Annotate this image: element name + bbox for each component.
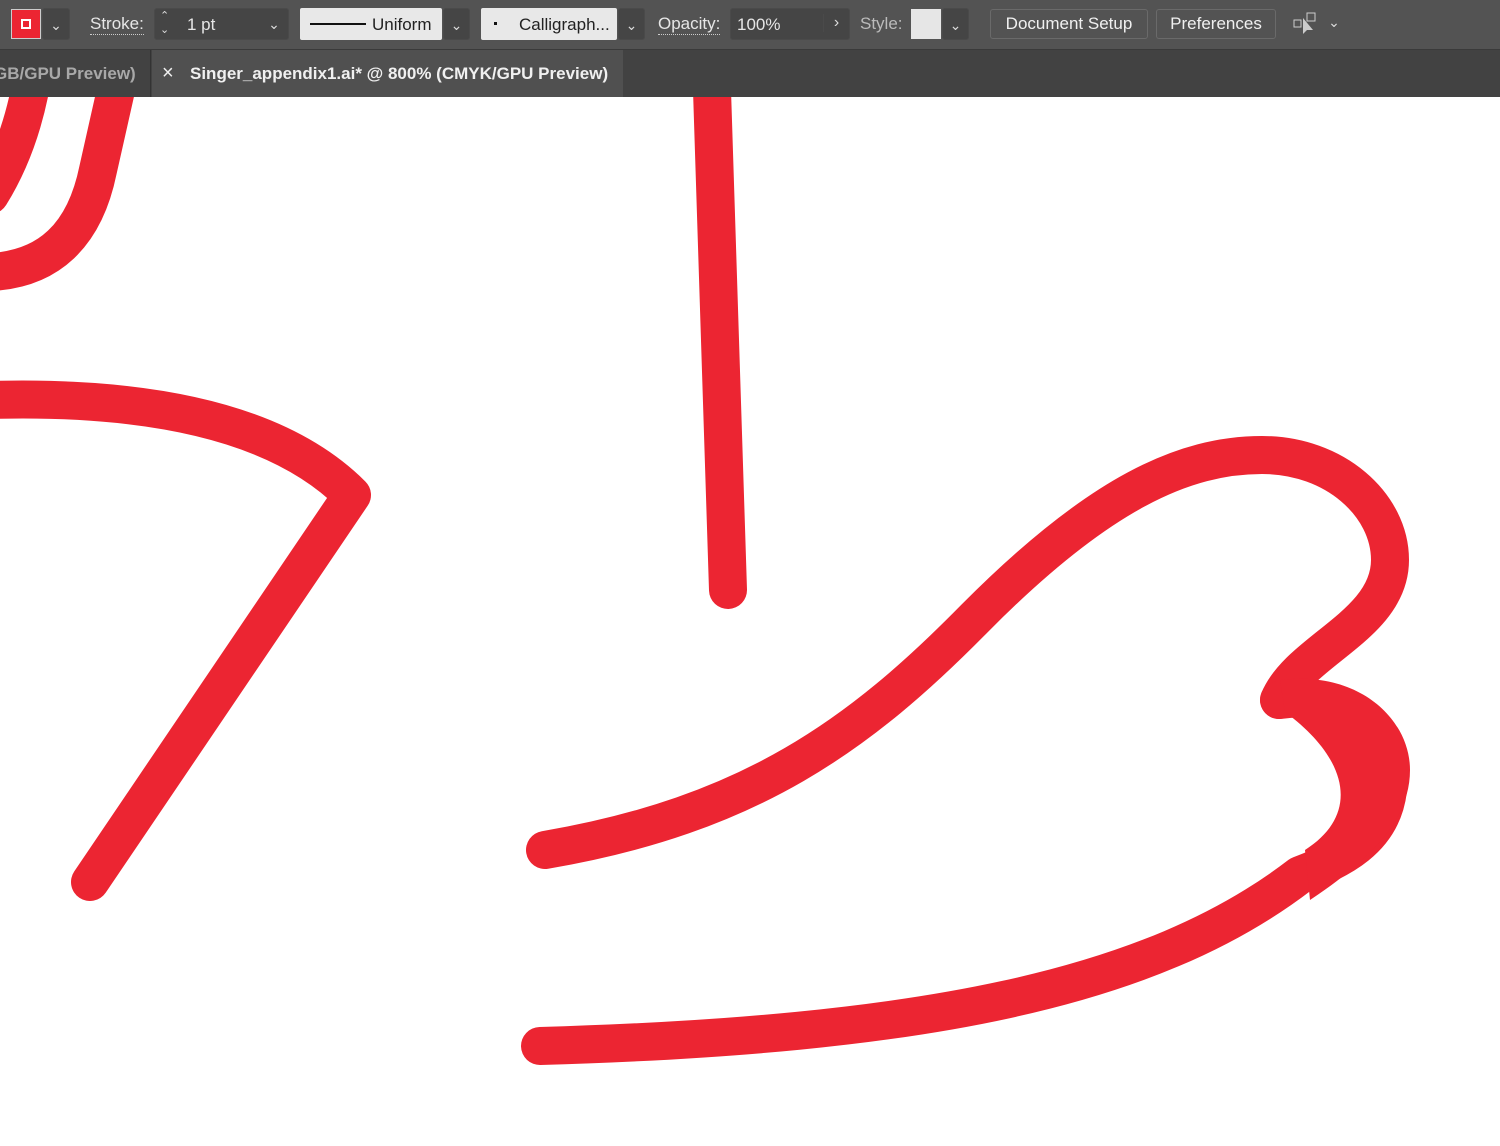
document-tab-inactive[interactable]: GB/GPU Preview): [0, 50, 151, 97]
preferences-button[interactable]: Preferences: [1156, 9, 1276, 39]
stepper-icon[interactable]: ⌃ ⌄: [160, 9, 169, 37]
tab-label: GB/GPU Preview): [0, 64, 136, 83]
stroke-color-dropdown[interactable]: ⌄: [42, 8, 70, 40]
document-setup-button[interactable]: Document Setup: [990, 9, 1148, 39]
stroke-path-angle[interactable]: [0, 380, 371, 901]
close-icon[interactable]: ×: [162, 50, 174, 97]
tab-label: Singer_appendix1.ai* @ 800% (CMYK/GPU Pr…: [190, 64, 609, 83]
line-profile-icon: [310, 23, 366, 25]
control-bar: ⌄ Stroke: ⌃ ⌄ 1 pt ⌄ Uniform ⌄ Calligraph…: [0, 0, 1500, 50]
chevron-down-icon[interactable]: ⌄: [260, 8, 288, 40]
chevron-down-icon[interactable]: ⌄: [1324, 6, 1344, 38]
chevron-right-icon[interactable]: ›: [823, 14, 849, 32]
opacity-field[interactable]: 100% ›: [730, 8, 850, 40]
brush-label: Calligraph...: [519, 15, 610, 34]
style-label: Style:: [860, 14, 903, 33]
select-similar-icon[interactable]: [1292, 12, 1320, 36]
stroke-path-heart-lower[interactable]: [521, 679, 1408, 1065]
stroke-weight-value[interactable]: 1 pt: [187, 15, 215, 35]
stroke-path-top-left-inner[interactable]: [0, 97, 48, 212]
brush-dropdown[interactable]: ⌄: [618, 8, 645, 40]
graphic-style-swatch[interactable]: [911, 9, 941, 39]
artboard-canvas[interactable]: [0, 97, 1500, 1146]
stroke-label[interactable]: Stroke:: [90, 14, 144, 35]
profile-label: Uniform: [372, 15, 432, 34]
stroke-path-heart-upper[interactable]: [526, 436, 1409, 869]
opacity-label[interactable]: Opacity:: [658, 14, 721, 35]
stroke-color-swatch[interactable]: [11, 9, 41, 39]
profile-dropdown[interactable]: ⌄: [443, 8, 470, 40]
variable-width-profile[interactable]: Uniform: [300, 8, 442, 40]
document-tab-bar: GB/GPU Preview) × Singer_appendix1.ai* @…: [0, 50, 1500, 97]
stroke-weight-field[interactable]: ⌃ ⌄ 1 pt ⌄: [154, 8, 289, 40]
brush-dot-icon: [494, 22, 497, 25]
opacity-value[interactable]: 100%: [737, 15, 780, 35]
brush-definition[interactable]: Calligraph...: [481, 8, 617, 40]
style-dropdown[interactable]: ⌄: [942, 8, 969, 40]
stroke-swatch-icon: [21, 19, 31, 29]
document-tab-active[interactable]: × Singer_appendix1.ai* @ 800% (CMYK/GPU …: [152, 50, 623, 97]
stroke-path-vertical[interactable]: [693, 97, 747, 609]
